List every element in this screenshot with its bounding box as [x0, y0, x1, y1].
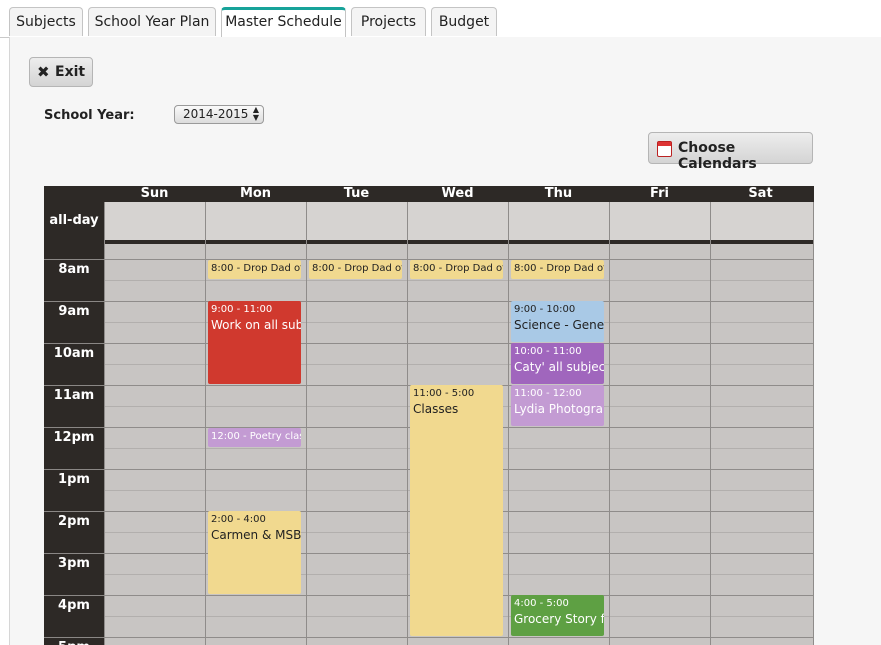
close-icon: ✖: [37, 63, 50, 81]
column-divider: [205, 202, 206, 645]
tab-subjects[interactable]: Subjects: [9, 7, 83, 36]
event-time: 9:00 - 10:00: [514, 304, 576, 315]
event-time: 10:00 - 11:00: [514, 346, 582, 357]
exit-button[interactable]: ✖ Exit: [29, 57, 93, 87]
event-lydia-photography[interactable]: 11:00 - 12:00 Lydia Photograph: [511, 385, 604, 426]
day-header-mon: Mon: [239, 186, 272, 201]
event-title: Carmen & MSB cl: [211, 528, 301, 542]
column-divider: [407, 202, 408, 645]
event-title: Classes: [413, 402, 459, 416]
column-divider: [508, 202, 509, 645]
event-time: 8:00 - Drop Dad off: [514, 263, 604, 274]
day-header-sun: Sun: [140, 186, 169, 201]
hour-label: 10am: [44, 344, 104, 364]
event-classes[interactable]: 11:00 - 5:00 Classes: [410, 385, 503, 636]
hour-label: 8am: [44, 260, 104, 280]
allday-row: [44, 202, 814, 240]
event-drop-dad-tue[interactable]: 8:00 - Drop Dad off: [309, 260, 402, 279]
event-grocery-store-field-trip[interactable]: 4:00 - 5:00 Grocery Story fie: [511, 595, 604, 636]
tab-label: Master Schedule: [225, 14, 342, 30]
day-header-sat: Sat: [748, 186, 773, 201]
hour-label: 1pm: [44, 470, 104, 490]
tab-label: Projects: [360, 14, 417, 30]
hour-label: 3pm: [44, 554, 104, 574]
hour-label: 5pm: [44, 638, 104, 645]
allday-divider: [44, 240, 814, 244]
event-time: 9:00 - 11:00: [211, 304, 273, 315]
choose-calendars-button[interactable]: Choose Calendars: [648, 132, 813, 172]
tab-budget[interactable]: Budget: [431, 7, 497, 36]
day-header-tue: Tue: [343, 186, 370, 201]
column-divider: [609, 202, 610, 645]
event-time: 11:00 - 5:00: [413, 388, 475, 399]
event-poetry-class[interactable]: 12:00 - Poetry class: [208, 428, 301, 447]
column-divider: [813, 202, 814, 645]
column-divider: [104, 202, 105, 645]
tab-label: Budget: [438, 14, 490, 30]
school-year-value: 2014-2015: [183, 107, 249, 121]
tab-bar: Subjects School Year Plan Master Schedul…: [0, 0, 881, 38]
choose-calendars-label: Choose Calendars: [678, 140, 757, 172]
event-time: 4:00 - 5:00: [514, 598, 569, 609]
hour-label: 9am: [44, 302, 104, 322]
event-title: Lydia Photograph: [514, 402, 604, 416]
event-drop-dad-wed[interactable]: 8:00 - Drop Dad off: [410, 260, 503, 279]
event-drop-dad-mon[interactable]: 8:00 - Drop Dad off: [208, 260, 301, 279]
hour-label: 12pm: [44, 428, 104, 448]
day-header-fri: Fri: [650, 186, 669, 201]
event-drop-dad-thu[interactable]: 8:00 - Drop Dad off: [511, 260, 604, 279]
event-time: 8:00 - Drop Dad off: [211, 263, 301, 274]
event-title: Work on all subje: [211, 318, 301, 332]
half-hour-line: [104, 280, 814, 281]
tab-label: Subjects: [16, 14, 76, 30]
school-year-select[interactable]: 2014-2015 ▲ ▼: [174, 105, 264, 124]
hour-label: 2pm: [44, 512, 104, 532]
event-title: Grocery Story fie: [514, 612, 604, 626]
tab-school-year-plan[interactable]: School Year Plan: [88, 7, 216, 36]
event-time: 2:00 - 4:00: [211, 514, 266, 525]
school-year-label: School Year:: [44, 108, 135, 123]
select-arrows-icon: ▲ ▼: [252, 105, 259, 122]
hour-label: 11am: [44, 386, 104, 406]
event-work-on-all-subjects[interactable]: 9:00 - 11:00 Work on all subje: [208, 301, 301, 384]
exit-label: Exit: [55, 64, 86, 80]
day-header-wed: Wed: [441, 186, 474, 201]
column-divider: [306, 202, 307, 645]
tab-master-schedule[interactable]: Master Schedule: [221, 7, 346, 38]
event-time: 11:00 - 12:00: [514, 388, 582, 399]
calendar-icon: [657, 141, 672, 157]
event-title: Caty' all subjects: [514, 360, 604, 374]
hour-label: 4pm: [44, 596, 104, 616]
event-title: Science - Genera: [514, 318, 604, 332]
column-divider: [710, 202, 711, 645]
event-time: 8:00 - Drop Dad off: [312, 263, 402, 274]
week-calendar: Sun Mon Tue Wed Thu Fri Sat all-day 8am …: [44, 186, 814, 645]
event-carmen-msb-class[interactable]: 2:00 - 4:00 Carmen & MSB cl: [208, 511, 301, 594]
tab-label: School Year Plan: [94, 14, 210, 30]
allday-label: all-day: [44, 202, 104, 240]
event-time: 8:00 - Drop Dad off: [413, 263, 503, 274]
day-header-thu: Thu: [544, 186, 573, 201]
event-science[interactable]: 9:00 - 10:00 Science - Genera: [511, 301, 604, 342]
event-time: 12:00 - Poetry class: [211, 431, 301, 442]
hour-line: [104, 637, 814, 638]
event-caty-all-subjects[interactable]: 10:00 - 11:00 Caty' all subjects: [511, 343, 604, 384]
tab-projects[interactable]: Projects: [351, 7, 426, 36]
